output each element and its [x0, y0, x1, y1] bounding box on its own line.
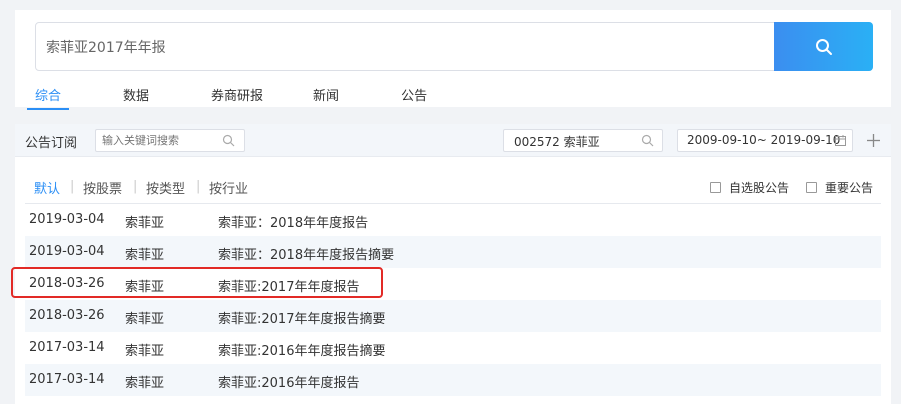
tab-news[interactable]: 新闻 [305, 82, 347, 110]
search-icon [815, 38, 832, 55]
row-date: 2019-03-04 [29, 244, 105, 259]
panel-title: 公告订阅 [25, 136, 78, 151]
search-box [35, 22, 873, 71]
announcement-panel: 公告订阅 002572 索菲亚 2009-09-10~ 2019-09-10 默… [15, 124, 891, 404]
filter-by-stock[interactable]: 按股票 [83, 178, 122, 197]
date-range-value: 2009-09-10~ 2019-09-10 [687, 133, 841, 147]
tab-overview[interactable]: 综合 [27, 82, 70, 110]
row-company: 索菲亚 [125, 248, 165, 263]
stock-value: 002572 索菲亚 [514, 135, 600, 149]
row-date: 2018-03-26 [29, 276, 105, 291]
table-row[interactable]: 2017-03-14 索菲亚 索菲亚:2016年年度报告 [25, 364, 881, 396]
row-title-link[interactable]: 索菲亚:2016年年度报告 [218, 372, 359, 391]
checkbox-box[interactable] [806, 182, 817, 193]
table-row[interactable]: 2019-03-04 索菲亚 索菲亚：2018年年度报告 [25, 204, 881, 236]
row-company: 索菲亚 [125, 280, 165, 295]
add-icon[interactable] [866, 133, 881, 148]
table-row[interactable]: 2018-03-26 索菲亚 索菲亚:2017年年度报告 [25, 268, 881, 300]
filter-separator: | [196, 179, 201, 194]
search-card: 综合 数据 券商研报 新闻 公告 [15, 10, 891, 110]
row-company: 索菲亚 [125, 344, 165, 359]
row-title-link[interactable]: 索菲亚:2017年年度报告摘要 [218, 308, 385, 327]
row-company: 索菲亚 [125, 312, 165, 327]
search-button[interactable] [774, 22, 873, 71]
panel-header: 公告订阅 002572 索菲亚 2009-09-10~ 2019-09-10 [15, 124, 891, 157]
announcement-list: 2019-03-04 索菲亚 索菲亚：2018年年度报告 2019-03-04 … [25, 204, 881, 396]
row-company: 索菲亚 [125, 216, 165, 231]
row-date: 2019-03-04 [29, 212, 105, 227]
table-row[interactable]: 2018-03-26 索菲亚 索菲亚:2017年年度报告摘要 [25, 300, 881, 332]
keyword-search-box [95, 129, 245, 152]
search-icon[interactable] [641, 134, 654, 147]
row-title-link[interactable]: 索菲亚：2018年年度报告摘要 [218, 244, 394, 263]
search-icon[interactable] [222, 134, 235, 147]
table-row[interactable]: 2017-03-14 索菲亚 索菲亚:2016年年度报告摘要 [25, 332, 881, 364]
row-title-link[interactable]: 索菲亚:2017年年度报告 [218, 276, 359, 295]
filter-default[interactable]: 默认 [34, 178, 60, 197]
tab-broker-research[interactable]: 券商研报 [203, 82, 271, 110]
filter-separator: | [70, 179, 75, 194]
filter-by-industry[interactable]: 按行业 [209, 178, 248, 197]
tab-bar: 综合 数据 券商研报 新闻 公告 [27, 82, 435, 110]
checkbox-box[interactable] [710, 182, 721, 193]
watchlist-checkbox-label: 自选股公告 [729, 181, 790, 195]
tab-data[interactable]: 数据 [115, 82, 157, 110]
calendar-icon[interactable] [834, 134, 847, 147]
date-range-field[interactable]: 2009-09-10~ 2019-09-10 [677, 129, 853, 152]
row-date: 2017-03-14 [29, 340, 105, 355]
watchlist-checkbox[interactable]: 自选股公告 [710, 179, 789, 196]
important-checkbox[interactable]: 重要公告 [806, 179, 873, 196]
row-title-link[interactable]: 索菲亚：2018年年度报告 [218, 212, 368, 231]
row-date: 2018-03-26 [29, 308, 105, 323]
row-date: 2017-03-14 [29, 372, 105, 387]
row-title-link[interactable]: 索菲亚:2016年年度报告摘要 [218, 340, 385, 359]
keyword-search-input[interactable] [102, 130, 217, 151]
search-input[interactable] [46, 23, 766, 70]
row-company: 索菲亚 [125, 376, 165, 391]
filter-by-type[interactable]: 按类型 [146, 178, 185, 197]
filter-separator: | [133, 179, 138, 194]
tab-announcements[interactable]: 公告 [393, 82, 435, 110]
important-checkbox-label: 重要公告 [825, 181, 874, 195]
filter-bar: 默认 | 按股票 | 按类型 | 按行业 自选股公告 重要公告 [15, 174, 891, 204]
stock-field[interactable]: 002572 索菲亚 [503, 129, 663, 152]
table-row[interactable]: 2019-03-04 索菲亚 索菲亚：2018年年度报告摘要 [25, 236, 881, 268]
